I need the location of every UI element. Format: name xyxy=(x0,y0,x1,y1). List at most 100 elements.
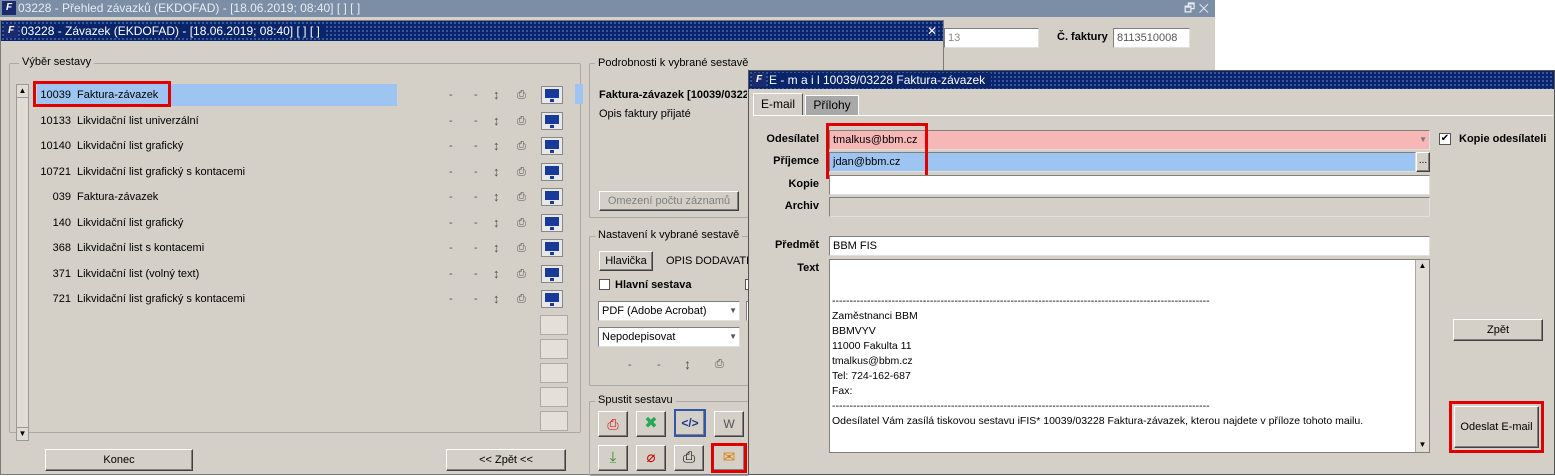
monitor-screen xyxy=(545,242,559,251)
report-row[interactable]: 721 Likvidační list grafický s kontacemi -… xyxy=(37,288,577,310)
empty-slot xyxy=(540,363,568,383)
report-dash: - xyxy=(474,114,478,127)
monitor-icon[interactable] xyxy=(541,213,563,232)
send-email-button[interactable]: Odeslat E-mail xyxy=(1454,406,1539,448)
report-code: 10133 xyxy=(40,114,71,127)
body-textarea[interactable]: ----------------------------------------… xyxy=(829,259,1430,453)
monitor-icon[interactable] xyxy=(541,137,563,155)
report-dash: - xyxy=(474,216,478,229)
report-list-scrollbar[interactable]: ▲ ▼ xyxy=(16,84,29,441)
main-report-checkbox[interactable] xyxy=(599,279,610,290)
pdf-small-icon[interactable]: ⎙ xyxy=(715,358,724,371)
sort-arrows-icon[interactable]: ↕ xyxy=(493,263,500,285)
scroll-up-icon[interactable]: ▲ xyxy=(17,85,28,98)
window-controls-icon[interactable]: 🗗 ✕ xyxy=(1184,0,1209,17)
sort-arrows-icon[interactable]: ↕ xyxy=(493,161,500,183)
copy-sender-checkbox[interactable]: ✔ xyxy=(1439,133,1451,145)
word-export-icon[interactable]: W xyxy=(714,411,744,437)
details-legend: Podrobnosti k vybrané sestavě xyxy=(595,57,752,69)
header-button[interactable]: Hlavička xyxy=(599,251,653,271)
pdf-small-icon[interactable]: ⎙ xyxy=(517,288,526,310)
limit-records-button[interactable]: Omezení počtu záznamů xyxy=(599,191,739,211)
excel-export-icon[interactable]: ✖ xyxy=(636,411,666,437)
pdf-small-icon[interactable]: ⎙ xyxy=(517,135,526,157)
body-line: 11000 Fakulta 11 xyxy=(832,340,912,352)
monitor-icon[interactable] xyxy=(541,290,563,308)
close-icon[interactable]: ✕ xyxy=(927,21,937,41)
sort-arrows-icon[interactable]: ↕ xyxy=(493,110,500,132)
scroll-down-icon[interactable]: ▼ xyxy=(17,427,28,440)
report-row[interactable]: 10721 Likvidační list grafický s kontacem… xyxy=(37,161,577,183)
subject-field[interactable]: BBM FIS xyxy=(829,236,1430,256)
back-button[interactable]: << Zpět << xyxy=(446,449,566,471)
sort-arrows-icon[interactable]: ↕ xyxy=(684,356,691,372)
pdf-small-icon[interactable]: ⎙ xyxy=(517,186,526,208)
body-text: ----------------------------------------… xyxy=(832,294,1412,429)
monitor-stand xyxy=(550,124,554,128)
format-select[interactable]: PDF (Adobe Acrobat) ▼ xyxy=(598,301,740,321)
sort-arrows-icon[interactable]: ↕ xyxy=(493,212,500,234)
bg-field-1[interactable]: 13 xyxy=(944,28,1039,48)
pdf-small-icon[interactable]: ⎙ xyxy=(517,161,526,183)
monitor-icon[interactable] xyxy=(541,86,563,104)
tab-email[interactable]: E-mail xyxy=(753,93,803,115)
download-icon[interactable]: ⤓ xyxy=(598,445,628,471)
xml-export-icon[interactable]: </> xyxy=(674,409,706,437)
report-dash: - xyxy=(449,267,453,280)
email-icon[interactable]: ✉ xyxy=(711,443,747,473)
pdf-export-icon[interactable]: ⎙ xyxy=(598,411,628,437)
monitor-icon[interactable] xyxy=(541,239,563,257)
report-row[interactable]: 039 Faktura-závazek - - ↕ ⎙ xyxy=(37,186,577,208)
report-code: 10721 xyxy=(40,165,71,178)
sort-arrows-icon[interactable]: ↕ xyxy=(493,237,500,259)
text-label: Text xyxy=(797,262,819,274)
monitor-screen xyxy=(545,191,559,200)
monitor-screen xyxy=(545,216,559,226)
pdf-small-icon[interactable]: ⎙ xyxy=(517,84,526,106)
invoice-field[interactable]: 8113510008 xyxy=(1113,28,1190,48)
sort-arrows-icon[interactable]: ↕ xyxy=(493,84,500,106)
report-name: Likvidační list (volný text) xyxy=(77,267,200,280)
recipient-lookup-button[interactable]: ... xyxy=(1416,152,1430,172)
subject-label: Předmět xyxy=(774,239,819,251)
sign-select[interactable]: Nepodepisovat ▼ xyxy=(598,327,740,347)
body-line: ----------------------------------------… xyxy=(832,295,1210,307)
attachment-icon[interactable]: ⌀ xyxy=(636,445,666,471)
pdf-small-icon[interactable]: ⎙ xyxy=(517,263,526,285)
chevron-down-icon[interactable]: ▼ xyxy=(729,302,737,320)
report-row[interactable]: 10140 Likvidační list grafický - - ↕ ⎙ xyxy=(37,135,577,157)
tab-attachments[interactable]: Přílohy xyxy=(805,95,859,115)
sort-arrows-icon[interactable]: ↕ xyxy=(493,288,500,310)
scroll-down-icon[interactable]: ▼ xyxy=(1416,439,1429,452)
chevron-down-icon[interactable]: ▼ xyxy=(729,328,737,346)
scroll-up-icon[interactable]: ▲ xyxy=(1416,260,1429,273)
monitor-icon[interactable] xyxy=(541,264,563,283)
report-row[interactable]: 10133 Likvidační list univerzální - - ↕ ⎙ xyxy=(37,110,577,132)
pdf-small-icon[interactable]: ⎙ xyxy=(517,212,526,234)
invoice-label: Č. faktury xyxy=(1057,31,1108,43)
sort-arrows-icon[interactable]: ↕ xyxy=(493,135,500,157)
empty-slot xyxy=(540,387,568,407)
recipient-label: Příjemce xyxy=(773,155,819,167)
pdf-small-icon[interactable]: ⎙ xyxy=(517,110,526,132)
body-line: Odesílatel Vám zasílá tiskovou sestavu i… xyxy=(832,415,1364,427)
monitor-icon[interactable] xyxy=(541,162,563,181)
print-icon[interactable]: ⎙ xyxy=(674,445,704,471)
report-row[interactable]: 140 Likvidační list grafický - - ↕ ⎙ xyxy=(37,212,577,234)
email-back-button[interactable]: Zpět xyxy=(1453,319,1543,341)
report-row[interactable]: 371 Likvidační list (volný text) - - ↕ ⎙ xyxy=(37,263,577,285)
report-name: Likvidační list grafický xyxy=(77,216,184,229)
report-dash: - xyxy=(474,293,478,305)
chevron-down-icon[interactable]: ▼ xyxy=(1419,131,1427,149)
monitor-icon[interactable] xyxy=(541,188,563,206)
report-dash: - xyxy=(449,89,453,101)
body-line: tmalkus@bbm.cz xyxy=(832,355,913,367)
monitor-icon[interactable] xyxy=(541,111,563,130)
body-scrollbar[interactable]: ▲ ▼ xyxy=(1415,260,1429,452)
pdf-small-icon[interactable]: ⎙ xyxy=(517,237,526,259)
report-dash: - xyxy=(474,242,478,254)
sort-arrows-icon[interactable]: ↕ xyxy=(493,186,500,208)
copy-field[interactable] xyxy=(829,175,1430,195)
report-row[interactable]: 368 Likvidační list s kontacemi - - ↕ ⎙ xyxy=(37,237,577,259)
end-button[interactable]: Konec xyxy=(45,449,193,471)
